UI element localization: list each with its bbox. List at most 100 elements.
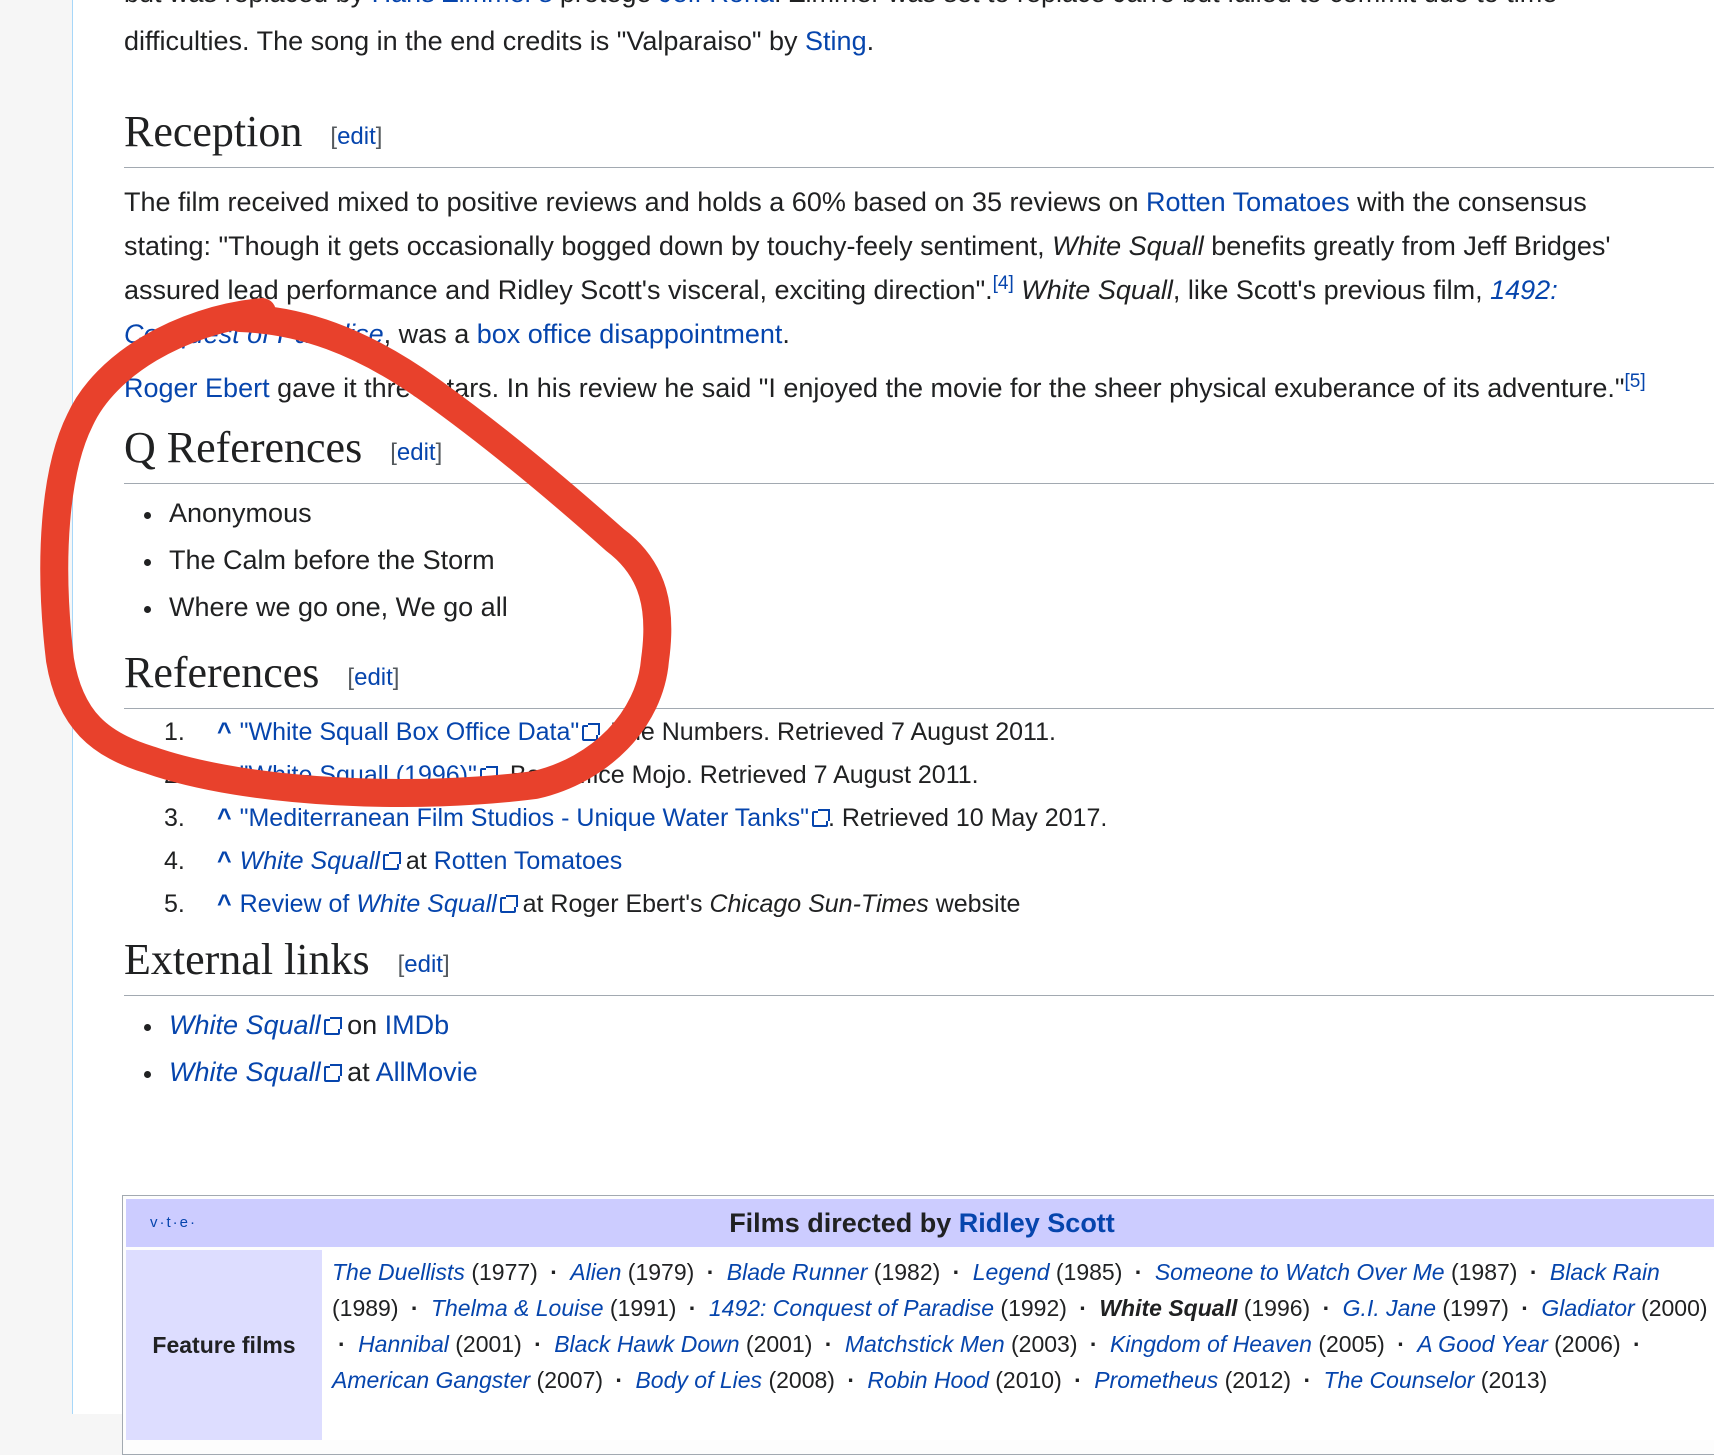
external-link-icon [479, 766, 498, 784]
navbox-film-item: Robin Hood (2010) [867, 1367, 1061, 1393]
external-links-edit-link[interactable]: edit [404, 951, 443, 978]
sting-link[interactable]: Sting [805, 26, 867, 56]
film-title-link[interactable]: Someone to Watch Over Me [1155, 1259, 1445, 1285]
film-title-link[interactable]: Matchstick Men [845, 1331, 1005, 1357]
conquest-of-paradise-link-cont[interactable]: Conquest of Paradise [124, 319, 384, 349]
navbox-film-item: Matchstick Men (2003) [845, 1331, 1078, 1357]
film-year: (2007) [530, 1367, 604, 1393]
backlink-caret[interactable]: ^ [217, 804, 232, 832]
film-title-link[interactable]: 1492: Conquest of Paradise [709, 1295, 994, 1321]
film-year: (1992) [994, 1295, 1067, 1321]
reception-paragraph-1: The film received mixed to positive revi… [124, 187, 1611, 349]
reference-link[interactable]: Review of White Squall [240, 890, 497, 918]
rotten-tomatoes-ref-link[interactable]: Rotten Tomatoes [434, 847, 623, 875]
vte-links[interactable]: v·t·e· [150, 1199, 197, 1247]
reference-link[interactable]: "White Squall Box Office Data" [240, 718, 580, 746]
film-title-link[interactable]: Gladiator [1541, 1295, 1634, 1321]
film-year: (2006) [1547, 1331, 1621, 1357]
film-title-link[interactable]: Hannibal [358, 1331, 449, 1357]
film-title-link[interactable]: A Good Year [1417, 1331, 1547, 1357]
navbox-film-item: American Gangster (2007) [332, 1367, 603, 1393]
edit-section: [edit] [347, 664, 400, 691]
separator: · [1303, 1367, 1312, 1393]
backlink-caret[interactable]: ^ [217, 718, 232, 746]
rotten-tomatoes-link[interactable]: Rotten Tomatoes [1146, 187, 1350, 217]
film-year: (1977) [464, 1259, 538, 1285]
film-title-link[interactable]: The Duellists [332, 1259, 465, 1285]
film-year: (1982) [867, 1259, 941, 1285]
roger-ebert-link[interactable]: Roger Ebert [124, 373, 270, 403]
reference-item: 2. ^ "White Squall (1996)". Box Office Moj… [164, 761, 979, 789]
reference-item: 4. ^ White Squall at Rotten Tomatoes [164, 847, 623, 875]
imdb-link[interactable]: IMDb [385, 1010, 450, 1040]
separator: · [1521, 1295, 1529, 1321]
film-title-link[interactable]: Robin Hood [867, 1367, 988, 1393]
navbox-film-item: A Good Year (2006) [1417, 1331, 1620, 1357]
film-title-link[interactable]: The Counselor [1324, 1367, 1475, 1393]
film-title-link[interactable]: Black Rain [1550, 1259, 1660, 1285]
citation-5-link[interactable]: [5] [1624, 371, 1645, 392]
reference-link[interactable]: "Mediterranean Film Studios - Unique Wat… [240, 804, 809, 832]
references-heading: References [edit] [124, 649, 1714, 709]
reception-heading: Reception [edit] [124, 108, 1714, 168]
navbox-film-item: Hannibal (2001) [358, 1331, 522, 1357]
film-title-link[interactable]: Body of Lies [635, 1367, 762, 1393]
reference-link[interactable]: White Squall [240, 847, 380, 875]
article-content: but was replaced by Hans Zimmer's protég… [72, 0, 1714, 1455]
reference-link[interactable]: "White Squall (1996)" [240, 761, 477, 789]
navbox-film-list: The Duellists (1977) · Alien (1979) · Bl… [322, 1250, 1714, 1440]
allmovie-link[interactable]: AllMovie [376, 1057, 478, 1087]
navbox-film-item: Thelma & Louise (1991) [431, 1295, 676, 1321]
film-year: (1989) [332, 1295, 399, 1321]
external-link-icon [323, 1017, 342, 1035]
q-references-edit-link[interactable]: edit [397, 439, 436, 466]
box-office-disappointment-link[interactable]: box office disappointment [477, 319, 783, 349]
citation-4-link[interactable]: [4] [993, 273, 1014, 294]
references-edit-link[interactable]: edit [354, 664, 393, 691]
film-year: (1985) [1049, 1259, 1123, 1285]
edit-section: [edit] [330, 123, 383, 150]
backlink-caret[interactable]: ^ [217, 761, 232, 789]
references-list: 1. ^ "White Squall Box Office Data". The N… [124, 711, 1714, 926]
external-links-section: External links [edit] White Squall on IMD… [124, 936, 1714, 1096]
edit-section: [edit] [397, 951, 450, 978]
reception-section: Reception [edit] The film received mixed … [124, 108, 1714, 410]
list-item: Where we go one, We go all [124, 584, 1714, 631]
film-year: (1979) [621, 1259, 695, 1285]
backlink-caret[interactable]: ^ [217, 890, 232, 918]
film-title-link[interactable]: Legend [973, 1259, 1050, 1285]
separator: · [1079, 1295, 1087, 1321]
conquest-of-paradise-link[interactable]: 1492: [1490, 275, 1558, 305]
film-title-link[interactable]: Black Hawk Down [554, 1331, 739, 1357]
external-link-icon [811, 809, 830, 827]
list-item: Anonymous [124, 490, 1714, 537]
q-references-section: Q References [edit] Anonymous The Calm be… [124, 424, 1714, 631]
list-item: The Calm before the Storm [124, 537, 1714, 584]
separator: · [615, 1367, 624, 1393]
reception-edit-link[interactable]: edit [337, 123, 376, 150]
backlink-caret[interactable]: ^ [217, 847, 232, 875]
reference-item: 5. ^ Review of White Squall at Roger Ebert… [164, 890, 1021, 918]
reference-item: 1. ^ "White Squall Box Office Data". The N… [164, 718, 1056, 746]
navbox-film-item: Kingdom of Heaven (2005) [1110, 1331, 1385, 1357]
navbox-film-item: Black Hawk Down (2001) [554, 1331, 812, 1357]
ridley-scott-link[interactable]: Ridley Scott [959, 1208, 1115, 1238]
film-title-link[interactable]: Blade Runner [727, 1259, 868, 1285]
allmovie-title-link[interactable]: White Squall [169, 1057, 321, 1087]
external-links-list: White Squall on IMDb White Squall at All… [124, 1002, 1714, 1096]
reception-paragraph-2: Roger Ebert gave it three stars. In his … [124, 371, 1646, 403]
film-title-link[interactable]: Alien [570, 1259, 621, 1285]
film-title-link[interactable]: Thelma & Louise [431, 1295, 604, 1321]
external-link-icon [499, 895, 518, 913]
jeff-rona-link[interactable]: Jeff Rona [659, 0, 774, 8]
navbox-film-item: The Duellists (1977) [332, 1259, 538, 1285]
film-title-link[interactable]: Kingdom of Heaven [1110, 1331, 1312, 1357]
film-title-link[interactable]: American Gangster [332, 1367, 530, 1393]
imdb-title-link[interactable]: White Squall [169, 1010, 321, 1040]
navbox-film-item: Alien (1979) [570, 1259, 694, 1285]
hans-zimmer-link[interactable]: Hans Zimmer's [372, 0, 553, 8]
film-year: (2013) [1474, 1367, 1548, 1393]
film-title-link[interactable]: G.I. Jane [1343, 1295, 1436, 1321]
navbox-film-item: The Counselor (2013) [1324, 1367, 1548, 1393]
film-title-link[interactable]: Prometheus [1094, 1367, 1218, 1393]
